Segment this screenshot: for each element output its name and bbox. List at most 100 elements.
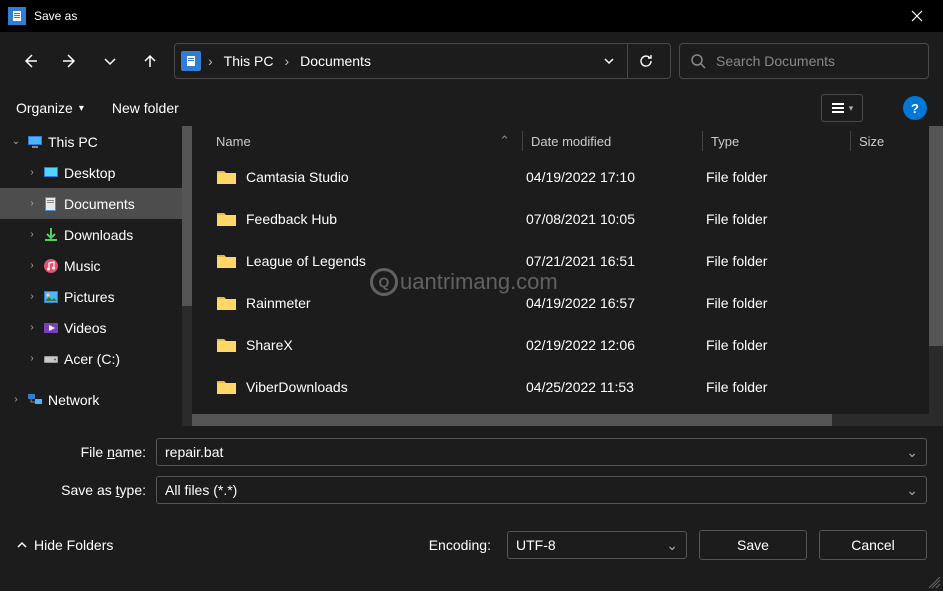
tree-label: Pictures bbox=[64, 289, 115, 305]
caret-down-icon: ▾ bbox=[849, 103, 854, 114]
file-type: File folder bbox=[698, 337, 846, 353]
toolbar: Organize▾ New folder ▾ ? bbox=[0, 90, 943, 126]
folder-icon bbox=[216, 210, 238, 228]
chevron-down-icon[interactable]: ⌄ bbox=[906, 444, 918, 461]
file-type: File folder bbox=[698, 211, 846, 227]
chevron-down-icon: ⌄ bbox=[666, 537, 678, 554]
organize-button[interactable]: Organize▾ bbox=[16, 100, 84, 116]
files-horizontal-scrollbar[interactable] bbox=[192, 414, 929, 426]
navigation-tree: ⌄ This PC › Desktop › Documents › Downlo… bbox=[0, 126, 192, 426]
address-history-dropdown[interactable] bbox=[595, 55, 623, 67]
column-type[interactable]: Type bbox=[702, 131, 850, 151]
recent-dropdown[interactable] bbox=[94, 47, 126, 75]
column-size[interactable]: Size bbox=[850, 131, 884, 151]
chevron-right-icon[interactable]: › bbox=[26, 198, 38, 209]
save-button[interactable]: Save bbox=[699, 530, 807, 560]
file-row[interactable]: Rainmeter 04/19/2022 16:57File folder bbox=[192, 282, 943, 324]
tree-item-acer[interactable]: › Acer (C:) bbox=[0, 343, 192, 374]
new-folder-button[interactable]: New folder bbox=[112, 100, 179, 116]
network-icon bbox=[26, 391, 44, 409]
file-row[interactable]: ViberDownloads04/25/2022 11:53File folde… bbox=[192, 366, 943, 408]
search-input[interactable] bbox=[716, 53, 918, 69]
forward-button[interactable] bbox=[54, 47, 86, 75]
pictures-icon bbox=[42, 288, 60, 306]
address-bar[interactable]: › This PC › Documents bbox=[174, 43, 671, 79]
column-date[interactable]: Date modified bbox=[522, 131, 702, 151]
tree-label: Music bbox=[64, 258, 101, 274]
save-form: File name: ⌄ Save as type: All files (*.… bbox=[0, 426, 943, 504]
chevron-right-icon[interactable]: › bbox=[26, 167, 38, 178]
downloads-icon bbox=[42, 226, 60, 244]
chevron-right-icon[interactable]: › bbox=[281, 53, 292, 69]
pc-icon bbox=[26, 133, 44, 151]
chevron-right-icon[interactable]: › bbox=[26, 260, 38, 271]
tree-item-music[interactable]: › Music bbox=[0, 250, 192, 281]
sort-asc-icon: ⌃ bbox=[499, 133, 510, 149]
resize-grip[interactable] bbox=[929, 577, 941, 589]
tree-item-desktop[interactable]: › Desktop bbox=[0, 157, 192, 188]
breadcrumb-current[interactable]: Documents bbox=[296, 51, 375, 71]
tree-item-network[interactable]: › Network bbox=[0, 384, 192, 415]
tree-item-videos[interactable]: › Videos bbox=[0, 312, 192, 343]
up-button[interactable] bbox=[134, 47, 166, 75]
back-button[interactable] bbox=[14, 47, 46, 75]
chevron-down-icon[interactable]: ⌄ bbox=[906, 482, 918, 499]
cancel-button[interactable]: Cancel bbox=[819, 530, 927, 560]
folder-icon bbox=[216, 252, 238, 270]
file-date: 07/08/2021 10:05 bbox=[518, 211, 698, 227]
tree-label: Documents bbox=[64, 196, 135, 212]
chevron-right-icon[interactable]: › bbox=[26, 291, 38, 302]
tree-item-thispc[interactable]: ⌄ This PC bbox=[0, 126, 192, 157]
chevron-right-icon[interactable]: › bbox=[10, 394, 22, 405]
file-row[interactable]: ShareX 02/19/2022 12:06File folder bbox=[192, 324, 943, 366]
folder-icon bbox=[216, 168, 238, 186]
chevron-right-icon[interactable]: › bbox=[205, 53, 216, 69]
file-date: 04/19/2022 16:57 bbox=[518, 295, 698, 311]
file-row[interactable]: League of Legends07/21/2021 16:51File fo… bbox=[192, 240, 943, 282]
desktop-icon bbox=[42, 164, 60, 182]
encoding-select[interactable]: UTF-8 ⌄ bbox=[507, 531, 687, 559]
view-options-button[interactable]: ▾ bbox=[821, 94, 863, 122]
file-date: 02/19/2022 12:06 bbox=[518, 337, 698, 353]
file-date: 07/21/2021 16:51 bbox=[518, 253, 698, 269]
file-name: ShareX bbox=[246, 337, 293, 353]
tree-scrollbar[interactable] bbox=[182, 126, 192, 426]
search-bar[interactable] bbox=[679, 43, 929, 79]
hide-folders-button[interactable]: Hide Folders bbox=[16, 537, 113, 553]
tree-item-pictures[interactable]: › Pictures bbox=[0, 281, 192, 312]
file-name: Rainmeter bbox=[246, 295, 311, 311]
chevron-right-icon[interactable]: › bbox=[26, 322, 38, 333]
tree-item-downloads[interactable]: › Downloads bbox=[0, 219, 192, 250]
column-name[interactable]: Name⌃ bbox=[216, 133, 522, 149]
refresh-button[interactable] bbox=[627, 44, 664, 78]
filename-input[interactable] bbox=[165, 444, 906, 460]
file-name: Feedback Hub bbox=[246, 211, 337, 227]
file-name: Camtasia Studio bbox=[246, 169, 349, 185]
savetype-field[interactable]: All files (*.*) ⌄ bbox=[156, 476, 927, 504]
file-type: File folder bbox=[698, 295, 846, 311]
savetype-value: All files (*.*) bbox=[165, 482, 906, 498]
chevron-right-icon[interactable]: › bbox=[26, 353, 38, 364]
tree-label: This PC bbox=[48, 134, 98, 150]
search-icon bbox=[690, 53, 706, 69]
encoding-value: UTF-8 bbox=[516, 537, 666, 553]
location-icon bbox=[181, 51, 201, 71]
file-date: 04/19/2022 17:10 bbox=[518, 169, 698, 185]
file-name: ViberDownloads bbox=[246, 379, 348, 395]
list-view-icon bbox=[831, 101, 845, 115]
help-button[interactable]: ? bbox=[903, 96, 927, 120]
file-row[interactable]: Camtasia Studio04/19/2022 17:10File fold… bbox=[192, 156, 943, 198]
chevron-down-icon[interactable]: ⌄ bbox=[10, 136, 22, 147]
tree-item-documents[interactable]: › Documents bbox=[0, 188, 192, 219]
videos-icon bbox=[42, 319, 60, 337]
tree-label: Acer (C:) bbox=[64, 351, 120, 367]
tree-label: Videos bbox=[64, 320, 107, 336]
close-button[interactable] bbox=[899, 6, 935, 26]
filename-label: File name: bbox=[16, 444, 156, 460]
breadcrumb-root[interactable]: This PC bbox=[220, 51, 278, 71]
filename-field[interactable]: ⌄ bbox=[156, 438, 927, 466]
files-vertical-scrollbar[interactable] bbox=[929, 126, 943, 426]
chevron-right-icon[interactable]: › bbox=[26, 229, 38, 240]
file-row[interactable]: Feedback Hub 07/08/2021 10:05File folder bbox=[192, 198, 943, 240]
tree-label: Desktop bbox=[64, 165, 115, 181]
